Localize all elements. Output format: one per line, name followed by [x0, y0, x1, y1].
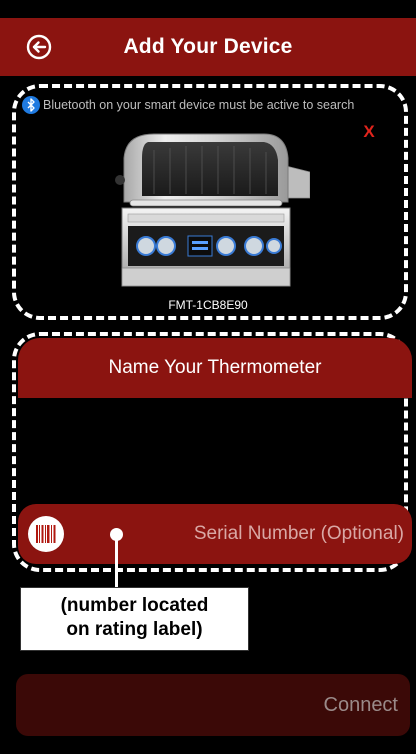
name-thermometer-banner: Name Your Thermometer	[18, 338, 412, 398]
page-title: Add Your Device	[123, 35, 293, 58]
barcode-icon[interactable]	[28, 516, 64, 552]
bluetooth-notice-row: Bluetooth on your smart device must be a…	[22, 96, 412, 114]
back-circle-arrow-icon[interactable]	[26, 34, 52, 60]
note-line-1: (number located	[60, 595, 209, 616]
status-bar	[0, 0, 416, 18]
rating-label-note: (number located on rating label)	[20, 587, 249, 651]
callout-line	[115, 540, 118, 588]
note-line-2: on rating label)	[66, 619, 203, 640]
serial-number-field[interactable]	[18, 504, 412, 564]
close-icon[interactable]: X	[360, 122, 378, 142]
device-name-label: FMT-1CB8E90	[168, 298, 248, 312]
header-bar: Add Your Device	[0, 18, 416, 76]
name-thermometer-title: Name Your Thermometer	[108, 357, 322, 378]
connect-button[interactable]: Connect	[16, 674, 410, 736]
grill-image	[115, 133, 310, 287]
bluetooth-icon	[22, 96, 40, 114]
serial-number-input[interactable]	[128, 514, 410, 554]
bluetooth-notice-text: Bluetooth on your smart device must be a…	[43, 98, 355, 112]
